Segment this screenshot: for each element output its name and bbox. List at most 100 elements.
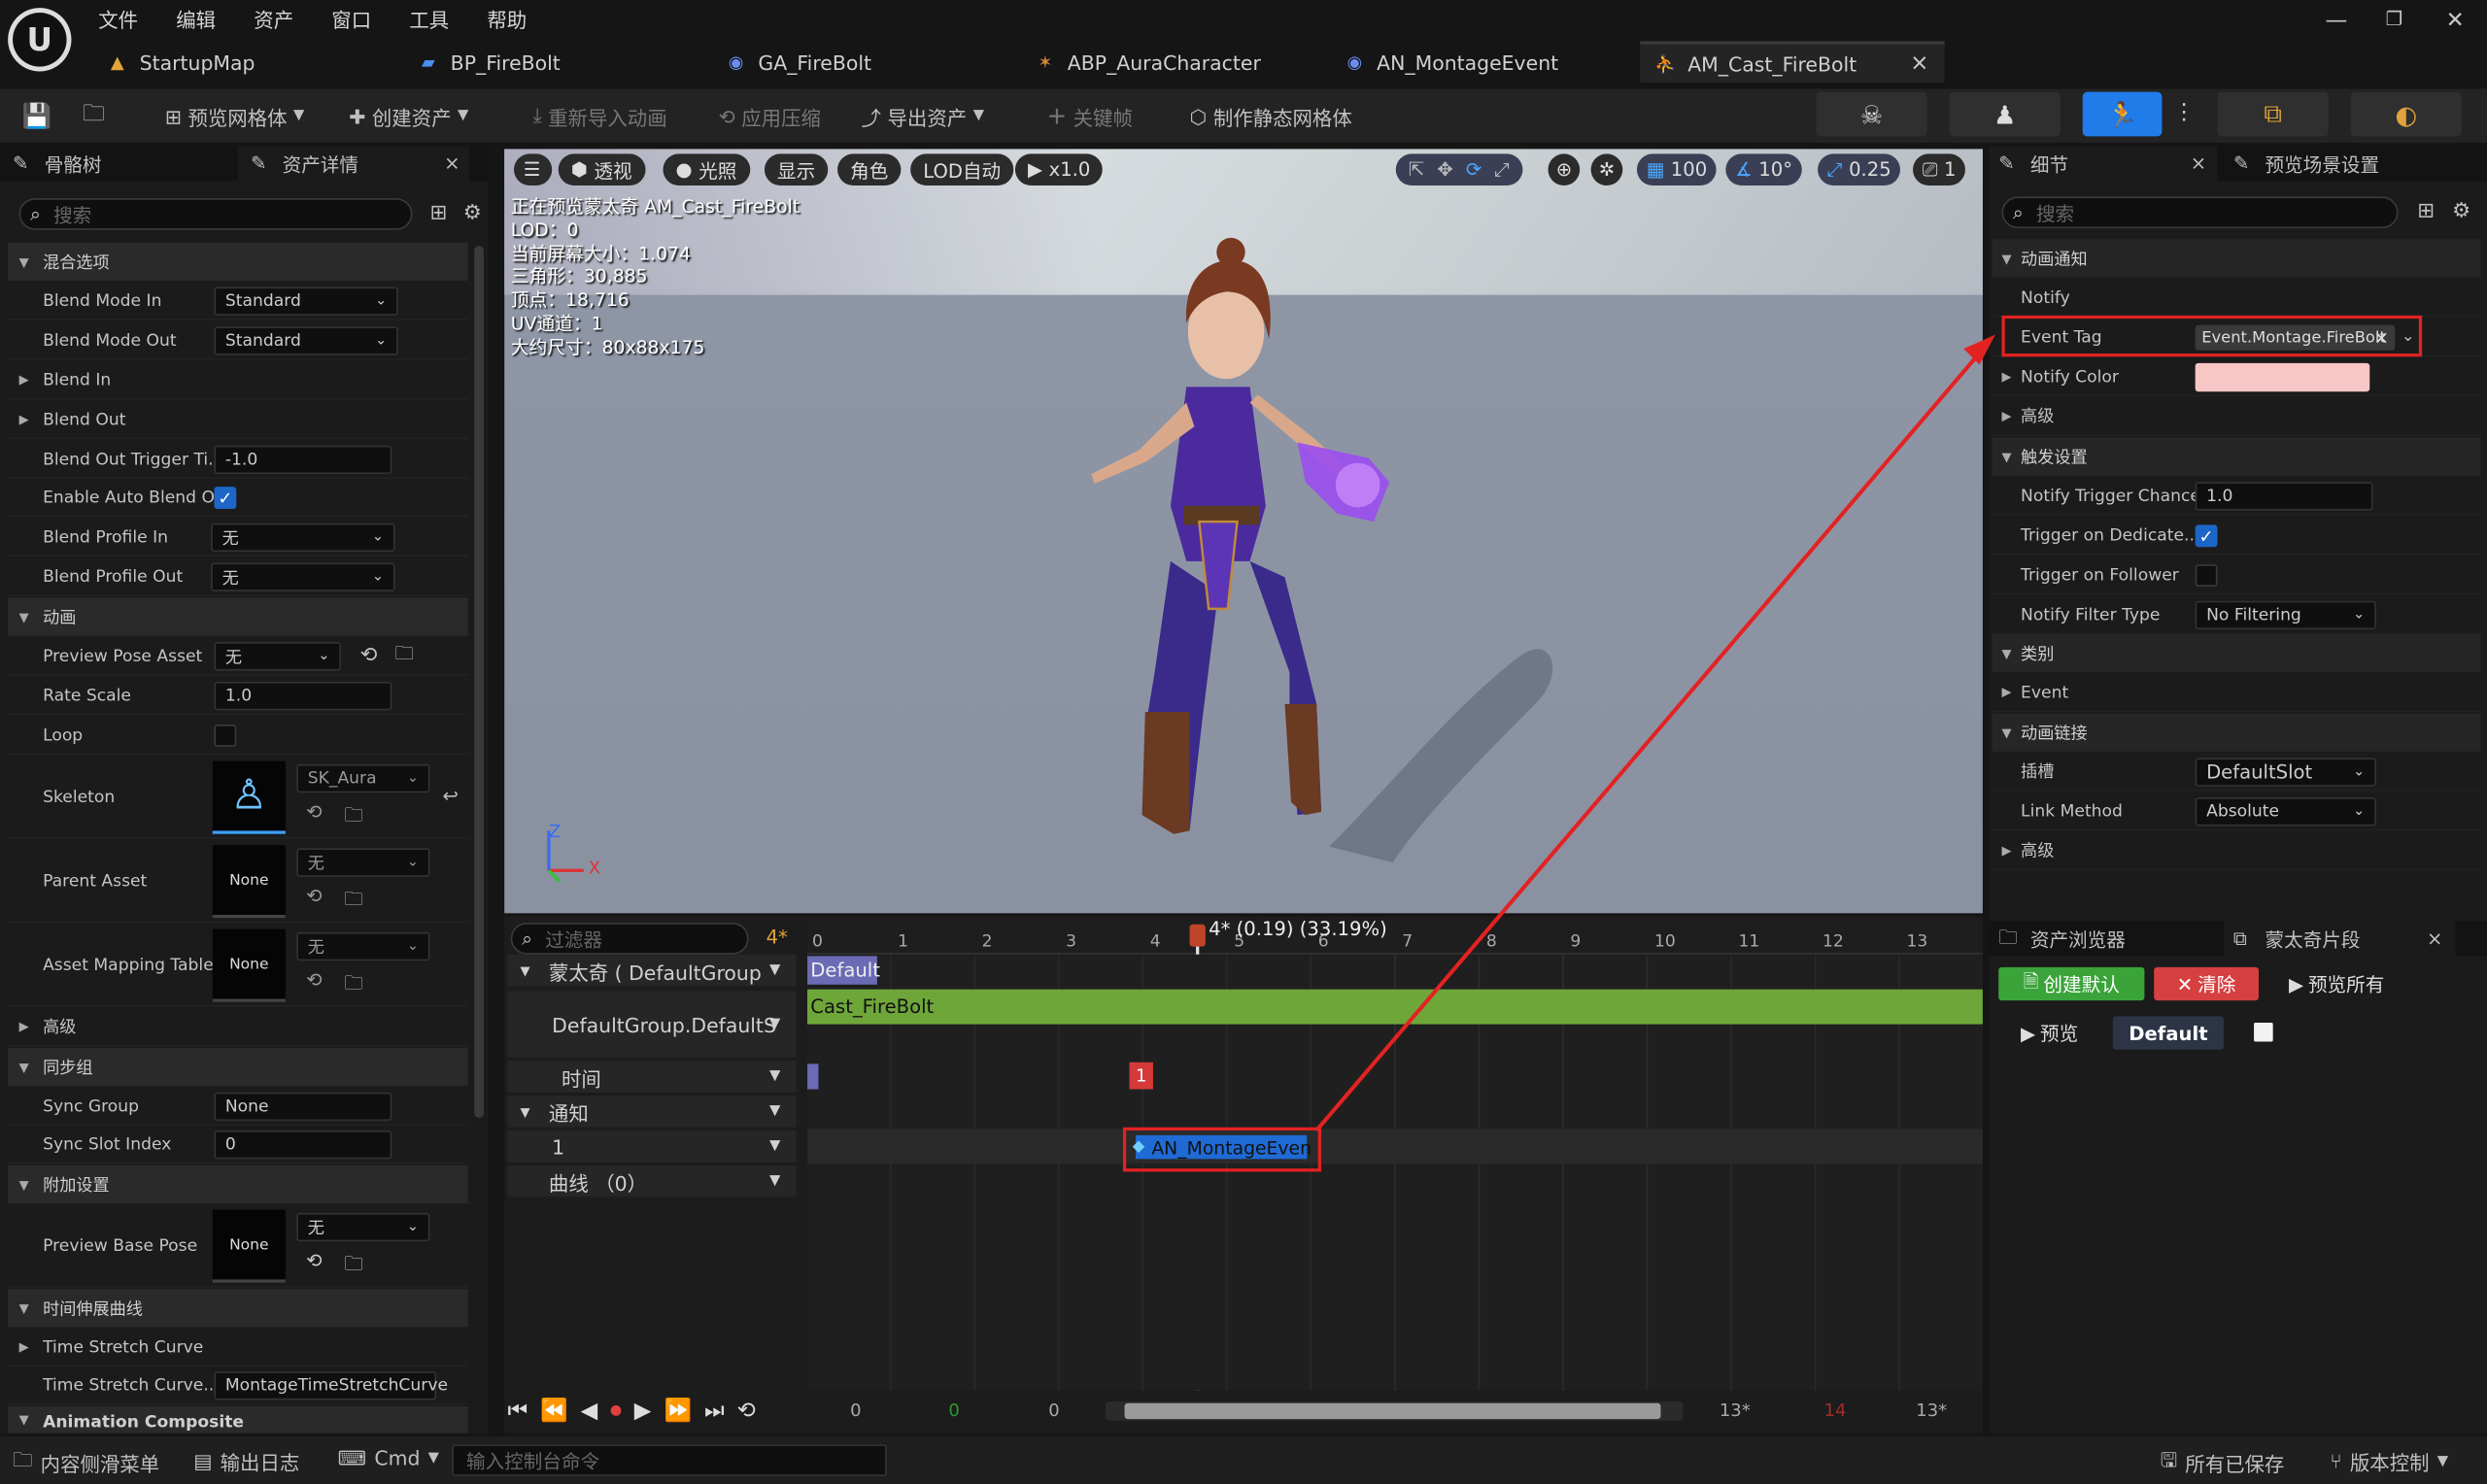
sync-group-input[interactable]: None (214, 1092, 392, 1122)
use-selected-icon[interactable]: ⟲ (360, 644, 378, 667)
unreal-logo[interactable]: U (8, 8, 72, 72)
tab-details[interactable]: 细节 (2030, 150, 2068, 177)
tab-an-montageevent[interactable]: ◉ AN_MontageEvent (1342, 41, 1627, 82)
preview-pose-dropdown[interactable]: 无 ⌄ (214, 642, 342, 671)
output-log-button[interactable]: ▤ 输出日志 (193, 1446, 299, 1476)
blend-out-trigger-input[interactable]: -1.0 (214, 445, 392, 475)
skeleton-dropdown[interactable]: SK_Aura ⌄ (296, 763, 430, 793)
source-control-button[interactable]: ⑂ 版本控制 ▼ (2330, 1446, 2448, 1476)
more-options-icon[interactable]: ⋮ (2173, 100, 2196, 125)
menu-window[interactable]: 窗口 (331, 2, 371, 32)
row-advanced-link[interactable]: ▶ 高级 (1992, 832, 2481, 871)
tab-bp-firebolt[interactable]: ▰ BP_FireBolt (416, 41, 701, 82)
close-panel-icon[interactable]: × (444, 152, 460, 175)
browse-icon[interactable]: 🗀 (83, 88, 105, 143)
blueprint-mode-button[interactable]: ⧉ (2217, 91, 2329, 137)
enable-auto-blend-checkbox[interactable]: ✓ (214, 487, 237, 510)
menu-asset[interactable]: 资产 (254, 2, 293, 32)
current-frame[interactable]: 0 (1048, 1400, 1059, 1420)
physics-mode-button[interactable]: ◐ (2350, 91, 2462, 137)
use-selected-icon[interactable]: ⟲ (306, 800, 322, 823)
menu-help[interactable]: 帮助 (487, 2, 527, 32)
blend-mode-in-dropdown[interactable]: Standard ⌄ (214, 287, 398, 316)
close-panel-icon[interactable]: × (2191, 152, 2206, 175)
use-selected-icon[interactable]: ⟲ (306, 968, 322, 991)
view-end[interactable]: 13* (1720, 1400, 1751, 1420)
browse-asset-icon[interactable]: 🗀 (344, 800, 363, 833)
row-time-stretch-curve[interactable]: ▶ Time Stretch Curve (8, 1329, 468, 1367)
preview-base-dropdown[interactable]: 无 ⌄ (296, 1212, 430, 1242)
reverse-icon[interactable]: ◀ (581, 1399, 598, 1424)
minimize-button[interactable]: — (2326, 8, 2348, 33)
grid-snap-button[interactable]: ▦ 100 (1636, 153, 1717, 186)
scale-icon[interactable]: ⤢ (1494, 157, 1510, 181)
range-end[interactable]: 13* (1916, 1400, 1947, 1420)
trigger-follower-checkbox[interactable] (2195, 564, 2218, 588)
create-asset-button[interactable]: ✚ 创建资产 ▼ (349, 88, 468, 143)
table-view-icon[interactable]: ⊞ (429, 201, 447, 224)
tab-asset-details[interactable]: 资产详情 (283, 150, 358, 177)
track-notify-1[interactable]: 1 ▼ (507, 1130, 797, 1163)
playback-speed-button[interactable]: ▶ x1.0 (1014, 153, 1104, 186)
row-event[interactable]: ▶ Event (1992, 674, 2481, 712)
asset-mapping-thumbnail[interactable]: None (212, 928, 286, 1002)
lod-button[interactable]: LOD自动 (910, 153, 1014, 186)
section-additive-settings[interactable]: ▼ 附加设置 (8, 1164, 468, 1204)
sync-slot-index-input[interactable]: 0 (214, 1130, 392, 1160)
blend-profile-in-dropdown[interactable]: 无 ⌄ (211, 523, 395, 553)
mesh-mode-button[interactable]: ♟ (1949, 91, 2061, 137)
tab-abp-auracharacter[interactable]: ✶ ABP_AuraCharacter (1033, 41, 1318, 82)
section-anim-notify[interactable]: ▼ 动画通知 (1992, 239, 2481, 278)
track-notify[interactable]: ▼ 通知 ▼ (507, 1096, 797, 1128)
frame-rate-label[interactable]: 4* (767, 926, 788, 948)
timeline-scrollbar[interactable] (1105, 1401, 1684, 1421)
tab-preview-scene[interactable]: 预览场景设置 (2265, 150, 2379, 177)
section-time-stretch[interactable]: ▼ 时间伸展曲线 (8, 1289, 468, 1328)
close-window-button[interactable]: ✕ (2446, 8, 2465, 33)
browse-asset-icon[interactable]: 🗀 (395, 639, 415, 672)
surface-snap-button[interactable]: ✲ (1590, 153, 1623, 186)
timeline-scroll-thumb[interactable] (1124, 1402, 1661, 1420)
montage-segment[interactable]: Cast_FireBolt (807, 989, 1983, 1025)
timeline-filter-input[interactable]: ⌕ 过滤器 (510, 923, 749, 955)
loop-checkbox[interactable] (214, 725, 237, 747)
record-icon[interactable]: ⏺ (610, 1399, 621, 1424)
menu-file[interactable]: 文件 (98, 2, 138, 32)
step-back-icon[interactable]: ⏪ (540, 1399, 567, 1424)
row-advanced[interactable]: ▶ 高级 (8, 1008, 468, 1047)
track-time[interactable]: 时间 ▼ (507, 1061, 797, 1093)
use-selected-icon[interactable]: ⟲ (306, 1249, 322, 1271)
lighting-button[interactable]: ● 光照 (663, 153, 750, 186)
montage-section-default[interactable]: Default (807, 956, 880, 985)
notify-color-swatch[interactable] (2195, 362, 2370, 392)
clear-button[interactable]: ✕ 清除 (2154, 966, 2259, 1001)
browse-asset-icon[interactable]: 🗀 (344, 1249, 363, 1282)
rotate-icon[interactable]: ⟳ (1466, 158, 1482, 181)
playhead-handle[interactable] (1189, 924, 1206, 947)
playback-end[interactable]: 14 (1824, 1400, 1847, 1420)
all-saved-button[interactable]: 🖫 所有已保存 (2161, 1446, 2285, 1479)
browse-asset-icon[interactable]: 🗀 (344, 968, 363, 1001)
tab-ga-firebolt[interactable]: ◉ GA_FireBolt (724, 41, 1009, 82)
trigger-chance-input[interactable]: 1.0 (2195, 482, 2373, 511)
left-search-input[interactable]: ⌕ 搜索 (18, 198, 413, 230)
camera-speed-button[interactable]: ⎚ 1 (1913, 153, 1966, 186)
animation-mode-button[interactable]: 🏃 (2082, 91, 2163, 137)
make-static-mesh-button[interactable]: ⬡ 制作静态网格体 (1190, 88, 1352, 143)
section-trigger-settings[interactable]: ▼ 触发设置 (1992, 437, 2481, 476)
rate-scale-input[interactable]: 1.0 (214, 681, 392, 711)
character-button[interactable]: 角色 (837, 153, 902, 186)
select-icon[interactable]: ⇱ (1409, 158, 1424, 181)
section-default-checkbox[interactable] (2254, 1022, 2273, 1042)
content-drawer-button[interactable]: 🗀 内容侧滑菜单 (13, 1446, 159, 1479)
loop-icon[interactable]: ⟲ (737, 1399, 756, 1424)
notify-lane[interactable] (807, 1129, 1983, 1164)
time-marker[interactable]: 1 (1129, 1062, 1153, 1090)
table-view-icon[interactable]: ⊞ (2417, 200, 2435, 223)
tab-startupmap[interactable]: ▲ StartupMap (105, 41, 391, 82)
tab-am-cast-firebolt[interactable]: ⛹ AM_Cast_FireBolt × (1640, 41, 1945, 83)
use-selected-icon[interactable]: ⟲ (306, 885, 322, 907)
row-blend-in[interactable]: ▶ Blend In (8, 361, 468, 400)
section-animation[interactable]: ▼ 动画 (8, 597, 468, 636)
row-blend-out[interactable]: ▶ Blend Out (8, 401, 468, 440)
